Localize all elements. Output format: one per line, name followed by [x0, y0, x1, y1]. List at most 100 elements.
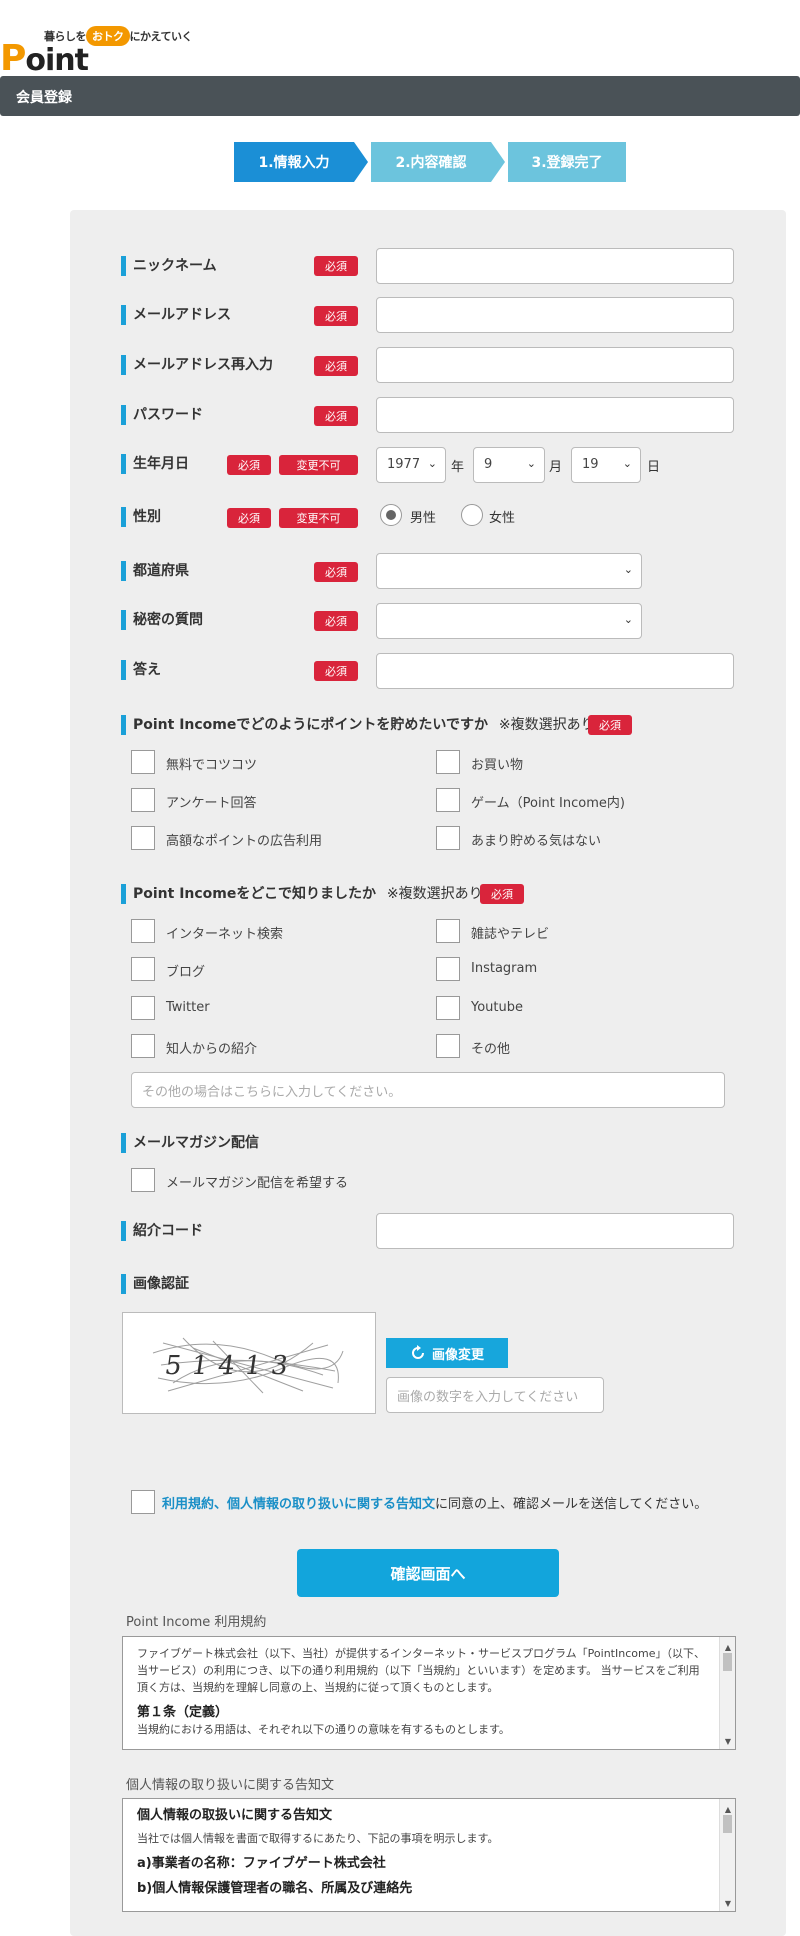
source-option-label[interactable]: Youtube [471, 1000, 523, 1015]
source-other-input[interactable]: その他の場合はこちらに入力してください。 [131, 1072, 725, 1108]
source-option-label[interactable]: Twitter [166, 1000, 210, 1015]
scroll-down-icon[interactable]: ▼ [720, 1895, 735, 1909]
source-checkbox[interactable] [436, 957, 460, 981]
logo-letter-p: P [0, 38, 26, 79]
nickname-label: ニックネーム [121, 256, 217, 276]
source-option-label[interactable]: インターネット検索 [166, 923, 283, 942]
purpose-checkbox[interactable] [436, 826, 460, 850]
newsletter-checkbox[interactable] [131, 1168, 155, 1192]
required-badge: 必須 [314, 562, 358, 582]
agreement-checkbox[interactable] [131, 1490, 155, 1514]
purpose-option-label[interactable]: ゲーム（Point Income内) [471, 792, 625, 811]
purpose-checkbox[interactable] [131, 750, 155, 774]
privacy-intro: 当社では個人情報を書面で取得するにあたり、下記の事項を明示します。 [137, 1832, 499, 1845]
chevron-down-icon: ⌄ [623, 613, 633, 626]
nickname-input[interactable] [376, 248, 734, 284]
step-1-arrow [354, 142, 368, 182]
terms-scrollbar[interactable]: ▲ ▼ [719, 1637, 735, 1749]
gender-female-radio[interactable] [461, 504, 483, 526]
email-confirm-input[interactable] [376, 347, 734, 383]
captcha-refresh-button[interactable]: 画像変更 [386, 1338, 508, 1368]
purpose-question: Point Incomeでどのようにポイントを貯めたいですか ※複数選択あり [121, 715, 595, 735]
required-badge: 必須 [314, 356, 358, 376]
terms-article-body: 当規約における用語は、それぞれ以下の通りの意味を有するものとします。 [137, 1723, 510, 1736]
source-option-label[interactable]: その他 [471, 1038, 510, 1057]
gender-female-label[interactable]: 女性 [489, 507, 515, 526]
terms-scroll-box[interactable]: ファイブゲート株式会社（以下、当社）が提供するインターネット・サービスプログラム… [122, 1636, 736, 1750]
email-input[interactable] [376, 297, 734, 333]
purpose-option-label[interactable]: 高額なポイントの広告利用 [166, 830, 322, 849]
source-checkbox[interactable] [436, 996, 460, 1020]
captcha-input[interactable]: 画像の数字を入力してください [386, 1377, 604, 1413]
required-badge: 必須 [588, 715, 632, 735]
source-checkbox[interactable] [131, 996, 155, 1020]
page-title: 会員登録 [0, 76, 800, 116]
purpose-option-label[interactable]: あまり貯める気はない [471, 830, 601, 849]
purpose-checkbox[interactable] [436, 750, 460, 774]
step-1-label: 1.情報入力 [258, 155, 330, 171]
secret-question-select[interactable]: ⌄ [376, 603, 642, 639]
agreement-rest-text: に同意の上、確認メールを送信してください。 [435, 1497, 708, 1512]
step-3-label: 3.登録完了 [531, 155, 603, 171]
purpose-option-label[interactable]: お買い物 [471, 754, 523, 773]
email-label: メールアドレス [121, 305, 231, 325]
source-multi-note: ※複数選択あり [386, 886, 483, 902]
source-option-label[interactable]: Instagram [471, 961, 537, 976]
source-checkbox[interactable] [436, 1034, 460, 1058]
captcha-image: 51413 [122, 1312, 376, 1414]
birth-month-select[interactable]: 9 ⌄ [473, 447, 545, 483]
day-unit: 日 [647, 460, 661, 475]
source-option-label[interactable]: 知人からの紹介 [166, 1038, 257, 1057]
purpose-checkbox[interactable] [131, 826, 155, 850]
captcha-text: 51413 [162, 1351, 300, 1381]
password-label: パスワード [121, 405, 203, 425]
terms-link[interactable]: 利用規約、個人情報の取り扱いに関する告知文 [162, 1497, 435, 1512]
scroll-up-icon[interactable]: ▲ [720, 1639, 735, 1653]
chevron-down-icon: ⌄ [622, 457, 632, 470]
secret-question-label: 秘密の質問 [121, 610, 203, 630]
gender-male-label[interactable]: 男性 [410, 507, 436, 526]
privacy-scroll-box[interactable]: 個人情報の取扱いに関する告知文 当社では個人情報を書面で取得するにあたり、下記の… [122, 1798, 736, 1912]
chevron-down-icon: ⌄ [427, 457, 437, 470]
password-input[interactable] [376, 397, 734, 433]
gender-male-radio[interactable] [380, 504, 402, 526]
terms-caption: Point Income 利用規約 [126, 1615, 267, 1630]
answer-input[interactable] [376, 653, 734, 689]
source-checkbox[interactable] [131, 919, 155, 943]
newsletter-option-label[interactable]: メールマガジン配信を希望する [166, 1172, 348, 1191]
purpose-option-label[interactable]: 無料でコツコツ [166, 754, 257, 773]
birth-day-select[interactable]: 19 ⌄ [571, 447, 641, 483]
referral-code-label: 紹介コード [121, 1221, 203, 1241]
scroll-thumb[interactable] [723, 1653, 732, 1671]
refresh-icon [412, 1345, 424, 1359]
step-1: 1.情報入力 [234, 142, 368, 182]
source-checkbox[interactable] [436, 919, 460, 943]
email-confirm-label: メールアドレス再入力 [121, 355, 273, 375]
step-2-arrow [491, 142, 505, 182]
scroll-down-icon[interactable]: ▼ [720, 1733, 735, 1747]
privacy-item-b: b)個人情報保護管理者の職名、所属及び連絡先 [137, 1881, 413, 1896]
privacy-scrollbar[interactable]: ▲ ▼ [719, 1799, 735, 1911]
purpose-checkbox[interactable] [436, 788, 460, 812]
source-option-label[interactable]: ブログ [166, 961, 205, 980]
purpose-option-label[interactable]: アンケート回答 [166, 792, 256, 811]
source-option-label[interactable]: 雑誌やテレビ [471, 923, 549, 942]
birth-day-value: 19 [582, 457, 599, 472]
birth-year-select[interactable]: 1977 ⌄ [376, 447, 446, 483]
prefecture-label: 都道府県 [121, 561, 189, 581]
chevron-down-icon: ⌄ [623, 563, 633, 576]
site-logo[interactable]: 暮らしをおトクにかえていく Point Income [0, 10, 200, 114]
purpose-checkbox[interactable] [131, 788, 155, 812]
purpose-multi-note: ※複数選択あり [498, 717, 595, 733]
prefecture-select[interactable]: ⌄ [376, 553, 642, 589]
scroll-up-icon[interactable]: ▲ [720, 1801, 735, 1815]
source-checkbox[interactable] [131, 1034, 155, 1058]
scroll-thumb[interactable] [723, 1815, 732, 1833]
required-badge: 必須 [227, 508, 271, 528]
terms-article-title: 第１条（定義） [137, 1705, 229, 1720]
step-2: 2.内容確認 [371, 142, 505, 182]
referral-code-input[interactable] [376, 1213, 734, 1249]
source-checkbox[interactable] [131, 957, 155, 981]
required-badge: 必須 [314, 256, 358, 276]
confirm-button[interactable]: 確認画面へ [297, 1549, 559, 1597]
